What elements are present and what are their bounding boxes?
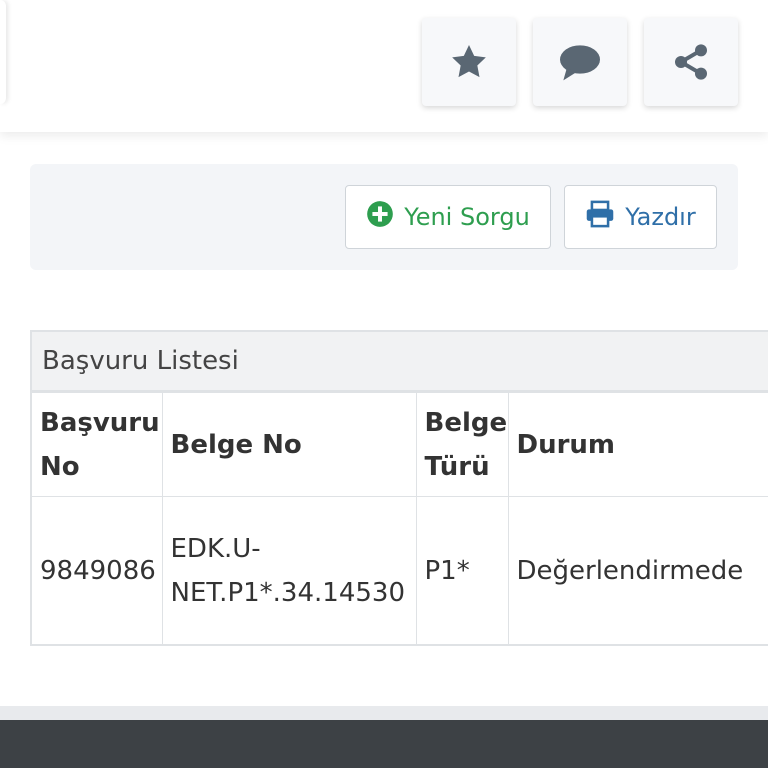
header-card — [0, 0, 768, 132]
print-label: Yazdır — [625, 203, 696, 231]
column-header-basvuru-no: Başvuru No — [32, 392, 163, 497]
column-header-belge-no: Belge No — [161, 392, 417, 497]
new-query-label: Yeni Sorgu — [404, 203, 530, 231]
column-header-durum: Durum — [507, 392, 768, 497]
share-icon — [671, 42, 711, 82]
favorite-button[interactable] — [422, 18, 516, 106]
comment-button[interactable] — [533, 18, 627, 106]
cell-belge-turu: P1* — [415, 496, 509, 645]
column-header-belge-turu: Belge Türü — [415, 392, 509, 497]
plus-circle-icon — [366, 200, 394, 234]
footer — [0, 706, 768, 768]
comment-icon — [558, 42, 602, 82]
cell-durum: Değerlendirmede — [507, 496, 768, 645]
new-query-button[interactable]: Yeni Sorgu — [345, 185, 551, 249]
print-button[interactable]: Yazdır — [564, 185, 717, 249]
table-header-row: Başvuru No Belge No Belge Türü Durum — [32, 392, 768, 497]
page: Yeni Sorgu Yazdır Başvuru Listesi Başvur… — [0, 0, 768, 768]
application-list-panel: Başvuru Listesi Başvuru No Belge No Belg… — [30, 330, 768, 646]
table-row[interactable]: 9849086 EDK.U-NET.P1*.34.14530 P1* Değer… — [32, 496, 768, 645]
toolbar: Yeni Sorgu Yazdır — [30, 164, 738, 270]
printer-icon — [585, 200, 615, 234]
cell-basvuru-no: 9849086 — [32, 496, 163, 645]
panel-title: Başvuru Listesi — [32, 332, 768, 392]
header-card-edge — [0, 0, 6, 104]
application-table: Başvuru No Belge No Belge Türü Durum 984… — [32, 392, 768, 645]
cell-belge-no: EDK.U-NET.P1*.34.14530 — [161, 496, 417, 645]
star-icon — [449, 42, 489, 82]
share-button[interactable] — [644, 18, 738, 106]
